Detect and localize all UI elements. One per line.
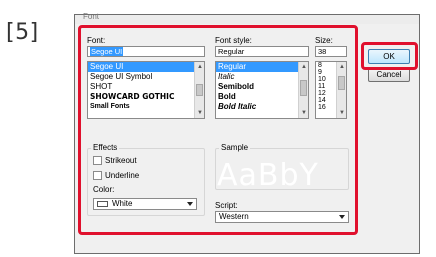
color-swatch <box>97 201 108 207</box>
font-name-input[interactable]: Segoe UI <box>87 46 205 57</box>
font-style-listbox[interactable]: Regular Italic Semibold Bold Bold Italic ▲ ▼ <box>215 61 309 119</box>
scroll-down-icon[interactable]: ▼ <box>195 108 204 118</box>
sample-label: Sample <box>219 143 251 152</box>
page: [5] Font Font: Segoe UI Segoe UI Segoe UI… <box>0 0 436 257</box>
color-label: Color: <box>93 185 115 194</box>
step-number: [5] <box>6 20 39 45</box>
scroll-thumb[interactable] <box>300 80 307 96</box>
font-dialog: Font Font: Segoe UI Segoe UI Segoe UI Sym… <box>74 12 420 254</box>
size-listbox[interactable]: 8 9 10 11 12 14 16 ▲ ▼ <box>315 61 347 119</box>
font-list-scrollbar[interactable]: ▲ ▼ <box>194 62 204 118</box>
font-name-value: Segoe UI <box>90 47 124 56</box>
dialog-title: Font <box>83 12 100 21</box>
size-input[interactable]: 38 <box>315 46 347 57</box>
font-style-label: Font style: <box>215 36 252 45</box>
list-item[interactable]: SHOT <box>88 82 204 92</box>
scroll-up-icon[interactable]: ▲ <box>299 62 308 72</box>
scroll-thumb[interactable] <box>196 84 203 96</box>
font-style-value: Regular <box>218 47 245 56</box>
effects-label: Effects <box>91 143 120 152</box>
font-listbox[interactable]: Segoe UI Segoe UI Symbol SHOT SHOWCARD GOTH… <box>87 61 205 119</box>
list-item[interactable]: Regular <box>216 62 308 72</box>
strikeout-label: Strikeout <box>105 156 137 165</box>
style-list-items: Regular Italic Semibold Bold Bold Italic <box>216 62 308 112</box>
scroll-down-icon[interactable]: ▼ <box>337 108 346 118</box>
scroll-up-icon[interactable]: ▲ <box>195 62 204 72</box>
scroll-thumb[interactable] <box>338 76 345 90</box>
list-item[interactable]: Bold <box>216 92 308 102</box>
scroll-down-icon[interactable]: ▼ <box>299 108 308 118</box>
color-dropdown[interactable]: White <box>93 198 197 210</box>
list-item[interactable]: Bold Italic <box>216 102 308 112</box>
list-item[interactable]: Italic <box>216 72 308 82</box>
script-label: Script: <box>215 201 238 210</box>
chevron-down-icon <box>187 202 193 206</box>
list-item[interactable]: Semibold <box>216 82 308 92</box>
list-item[interactable]: SHOWCARD GOTHIC <box>88 92 204 102</box>
style-list-scrollbar[interactable]: ▲ ▼ <box>298 62 308 118</box>
color-value: White <box>112 199 133 208</box>
cancel-button[interactable]: Cancel <box>368 67 410 82</box>
underline-checkbox[interactable] <box>93 171 102 180</box>
dialog-titlebar: Font <box>75 12 419 24</box>
script-dropdown[interactable]: Western <box>215 211 349 223</box>
chevron-down-icon <box>339 215 345 219</box>
list-item[interactable]: Small Fonts <box>88 102 204 112</box>
script-value: Western <box>219 212 249 221</box>
list-item[interactable]: Segoe UI Symbol <box>88 72 204 82</box>
scroll-up-icon[interactable]: ▲ <box>337 62 346 72</box>
size-list-scrollbar[interactable]: ▲ ▼ <box>336 62 346 118</box>
list-item[interactable]: Segoe UI <box>88 62 204 72</box>
size-value: 38 <box>318 47 327 56</box>
font-label: Font: <box>87 36 106 45</box>
strikeout-checkbox[interactable] <box>93 156 102 165</box>
underline-label: Underline <box>105 171 140 180</box>
size-label: Size: <box>315 36 333 45</box>
sample-preview: AaBbY <box>217 158 319 193</box>
font-style-input[interactable]: Regular <box>215 46 309 57</box>
font-list-items: Segoe UI Segoe UI Symbol SHOT SHOWCARD GOTH… <box>88 62 204 112</box>
ok-button[interactable]: OK <box>368 49 410 64</box>
